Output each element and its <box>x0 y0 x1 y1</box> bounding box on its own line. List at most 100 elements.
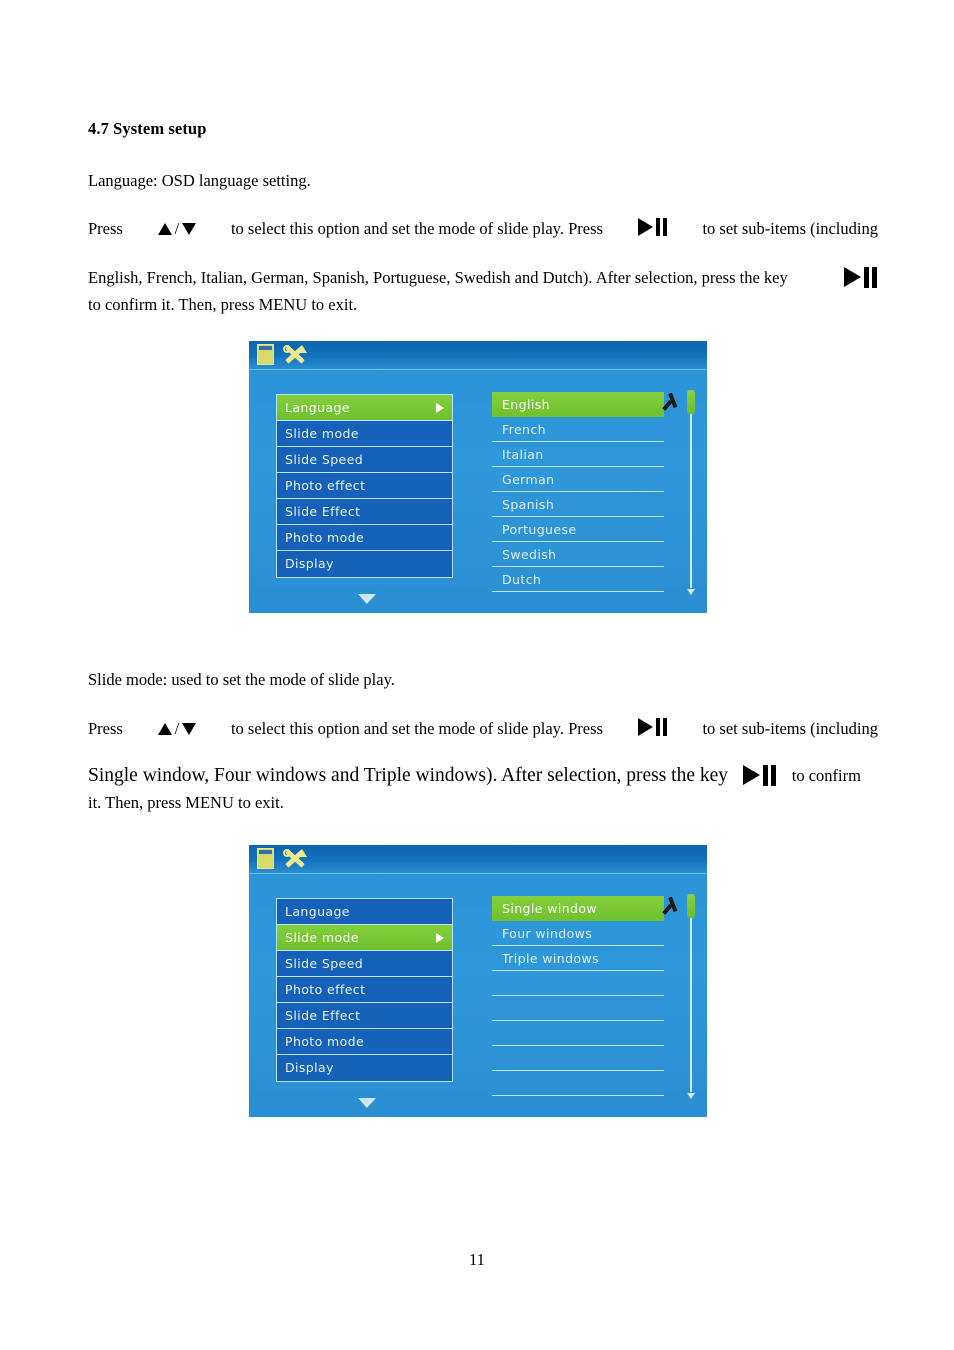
language-intro-text: Language: OSD language setting. <box>88 171 311 190</box>
osd-menu-item-photo-mode[interactable]: Photo mode <box>277 525 452 551</box>
osd-scrollbar[interactable] <box>687 894 695 1099</box>
osd-option-label: Dutch <box>502 572 542 587</box>
slide-options-text: Single window, Four windows and Triple w… <box>88 765 729 786</box>
check-icon <box>658 395 678 413</box>
slide-instruction-tail-1: to set sub-items (including <box>702 719 878 738</box>
osd-option-label: English <box>502 397 550 412</box>
osd-screenshot-language: Language Slide mode Slide Speed Photo ef… <box>249 341 707 613</box>
osd-screenshot-slide-mode: Language Slide mode Slide Speed Photo ef… <box>249 845 707 1117</box>
osd-option-swedish[interactable]: Swedish <box>492 542 664 567</box>
osd-option-four-windows[interactable]: Four windows <box>492 921 664 946</box>
osd-menu-item-label: Slide mode <box>285 930 359 945</box>
osd-menu-item-language[interactable]: Language <box>277 395 452 421</box>
osd-option-empty <box>492 1046 664 1071</box>
osd-option-italian[interactable]: Italian <box>492 442 664 467</box>
osd-menu-item-slide-mode[interactable]: Slide mode <box>277 421 452 447</box>
play-pause-icon-2 <box>844 267 878 288</box>
triangle-down-icon <box>182 223 197 235</box>
tools-icon[interactable] <box>283 848 307 869</box>
triangle-up-icon <box>157 723 172 735</box>
osd-menu-item-label: Display <box>285 1060 334 1075</box>
osd-menu-item-slide-mode[interactable]: Slide mode <box>277 925 452 951</box>
osd-scrollbar-thumb[interactable] <box>687 894 695 918</box>
scroll-down-arrow-icon[interactable] <box>687 1093 695 1099</box>
osd-option-label: German <box>502 472 555 487</box>
file-icon[interactable] <box>257 344 274 365</box>
play-pause-icon-3 <box>637 718 668 736</box>
osd-option-dutch[interactable]: Dutch <box>492 567 664 592</box>
language-list-text: English, French, Italian, German, Spanis… <box>88 268 788 287</box>
osd-slide-mode-options-list[interactable]: Single window Four windows Triple window… <box>492 896 664 1096</box>
osd-menu-item-slide-speed[interactable]: Slide Speed <box>277 951 452 977</box>
press-label-1: Press <box>88 219 123 238</box>
osd-option-label: Spanish <box>502 497 555 512</box>
osd-option-empty <box>492 996 664 1021</box>
triangle-down-icon <box>182 723 197 735</box>
osd-menu-item-label: Slide Speed <box>285 452 364 467</box>
osd-option-empty <box>492 1021 664 1046</box>
play-pause-icon-1 <box>637 218 668 236</box>
osd-menu-item-label: Language <box>285 400 350 415</box>
osd-option-portuguese[interactable]: Portuguese <box>492 517 664 542</box>
osd-option-label: Portuguese <box>502 522 577 537</box>
osd-scrollbar-track[interactable] <box>690 390 692 588</box>
slide-instruction-mid-1: to select this option and set the mode o… <box>230 719 603 738</box>
file-icon[interactable] <box>257 848 274 869</box>
slide-instruction-line-2: Single window, Four windows and Triple w… <box>88 763 888 789</box>
osd-menu-item-display[interactable]: Display <box>277 551 452 577</box>
scroll-down-arrow-icon[interactable] <box>687 589 695 595</box>
osd-option-spanish[interactable]: Spanish <box>492 492 664 517</box>
osd-header-icons <box>257 344 307 365</box>
slide-confirm-text: to confirm <box>791 766 861 785</box>
osd-menu-item-label: Photo effect <box>285 982 366 997</box>
osd-menu-item-label: Display <box>285 556 334 571</box>
updown-key-glyph-2: / <box>157 718 197 740</box>
slide-instruction-line-1: Press / to select this option and set th… <box>88 718 878 740</box>
osd-menu-item-slide-speed[interactable]: Slide Speed <box>277 447 452 473</box>
osd-header-bar <box>249 341 707 370</box>
osd-menu-item-photo-effect[interactable]: Photo effect <box>277 977 452 1003</box>
osd-menu-item-display[interactable]: Display <box>277 1055 452 1081</box>
osd-menu-item-label: Photo mode <box>285 530 365 545</box>
osd-language-options-list[interactable]: English French Italian German Spanish Po… <box>492 392 664 592</box>
chevron-right-icon <box>436 932 444 943</box>
osd-menu-item-photo-effect[interactable]: Photo effect <box>277 473 452 499</box>
osd-main-menu-list[interactable]: Language Slide mode Slide Speed Photo ef… <box>276 394 453 578</box>
osd-option-label: Four windows <box>502 926 593 941</box>
osd-menu-item-slide-effect[interactable]: Slide Effect <box>277 499 452 525</box>
play-pause-icon-4 <box>742 765 777 786</box>
osd-option-label: Triple windows <box>502 951 600 966</box>
osd-header-icons <box>257 848 307 869</box>
osd-menu-item-label: Slide mode <box>285 426 359 441</box>
triangle-up-icon <box>157 223 172 235</box>
osd-menu-item-slide-effect[interactable]: Slide Effect <box>277 1003 452 1029</box>
osd-option-label: French <box>502 422 546 437</box>
osd-option-french[interactable]: French <box>492 417 664 442</box>
menu-more-down-arrow-icon <box>358 1098 376 1108</box>
osd-menu-item-label: Slide Effect <box>285 1008 361 1023</box>
osd-menu-item-language[interactable]: Language <box>277 899 452 925</box>
osd-main-menu-list[interactable]: Language Slide mode Slide Speed Photo ef… <box>276 898 453 1082</box>
language-instruction-mid-1: to select this option and set the mode o… <box>230 219 603 238</box>
osd-scrollbar-track[interactable] <box>690 894 692 1092</box>
updown-key-glyph-1: / <box>157 218 197 240</box>
document-page: 4.7 System setup Language: OSD language … <box>0 0 954 1350</box>
osd-scrollbar[interactable] <box>687 390 695 595</box>
language-instruction-line-1: Press / to select this option and set th… <box>88 218 878 240</box>
osd-option-german[interactable]: German <box>492 467 664 492</box>
osd-menu-item-photo-mode[interactable]: Photo mode <box>277 1029 452 1055</box>
osd-option-label: Single window <box>502 901 598 916</box>
osd-option-english[interactable]: English <box>492 392 664 417</box>
press-label-2: Press <box>88 719 123 738</box>
osd-menu-item-label: Photo effect <box>285 478 366 493</box>
language-instruction-tail-1: to set sub-items (including <box>702 219 878 238</box>
osd-option-label: Swedish <box>502 547 557 562</box>
osd-scrollbar-thumb[interactable] <box>687 390 695 414</box>
osd-option-triple-windows[interactable]: Triple windows <box>492 946 664 971</box>
chevron-right-icon <box>436 402 444 413</box>
osd-menu-item-label: Slide Effect <box>285 504 361 519</box>
tools-icon[interactable] <box>283 344 307 365</box>
osd-option-single-window[interactable]: Single window <box>492 896 664 921</box>
osd-option-label: Italian <box>502 447 544 462</box>
slide-mode-intro-text: Slide mode: used to set the mode of slid… <box>88 670 395 689</box>
